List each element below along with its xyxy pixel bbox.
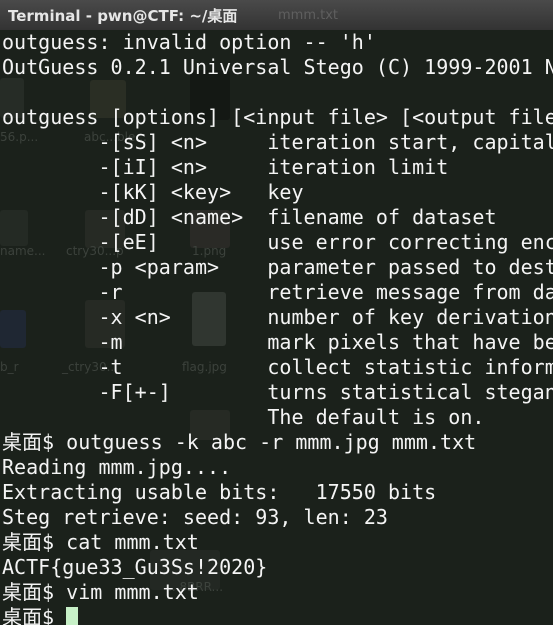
current-prompt-line[interactable]: 桌面$ <box>2 605 553 625</box>
terminal-line: Extracting usable bits: 17550 bits <box>2 480 437 504</box>
terminal-output: outguess: invalid option -- 'h' OutGuess… <box>2 30 553 625</box>
background-window-title: mmm.txt <box>278 8 339 23</box>
terminal-line: The default is on. <box>2 405 485 429</box>
terminal-line: -p <param> parameter passed to destinati… <box>98 255 553 279</box>
terminal-line: -[sS] <n> iteration start, capital lette… <box>98 130 553 154</box>
terminal-line: -[dD] <name> filename of dataset <box>2 205 497 229</box>
terminal-line: -[iI] <n> iteration limit <box>2 155 449 179</box>
terminal-window: Terminal - pwn@CTF: ~/桌面 mmm.txt 56.p...… <box>0 0 553 625</box>
terminal-line: Steg retrieve: seed: 93, len: 23 <box>2 505 388 529</box>
flag-output-line: ACTF{gue33_Gu3Ss!2020} <box>2 555 268 579</box>
prompt-text: 桌面$ <box>2 605 67 625</box>
prompt-line: 桌面$ cat mmm.txt <box>2 530 199 554</box>
terminal-content[interactable]: 56.p... abc...ble... name... ctry30...p … <box>0 30 553 625</box>
text-cursor <box>66 607 79 625</box>
terminal-line: Reading mmm.jpg.... <box>2 455 232 479</box>
terminal-line: outguess: invalid option -- 'h' <box>2 30 376 54</box>
prompt-line: 桌面$ outguess -k abc -r mmm.jpg mmm.txt <box>2 430 477 454</box>
title-bar[interactable]: Terminal - pwn@CTF: ~/桌面 mmm.txt <box>0 0 553 31</box>
prompt-line: 桌面$ vim mmm.txt <box>2 580 199 604</box>
terminal-line: -m mark pixels that have been modified <box>98 330 553 354</box>
terminal-line: -[eE] use error correcting encoding <box>98 230 553 254</box>
terminal-line: -[kK] <key> key <box>2 180 304 204</box>
terminal-line: -F[+-] turns statistical steganalysis fo… <box>98 380 553 404</box>
terminal-line: OutGuess 0.2.1 Universal Stego (C) 1999-… <box>2 55 553 79</box>
window-title: Terminal - pwn@CTF: ~/桌面 <box>8 6 238 25</box>
terminal-line: -r retrieve message from data <box>2 280 553 304</box>
terminal-line: -x <n> number of key derivations to be t… <box>98 305 553 329</box>
terminal-line: -t collect statistic information <box>98 355 553 379</box>
terminal-line: outguess [options] [<input file> [<outpu… <box>2 105 553 129</box>
